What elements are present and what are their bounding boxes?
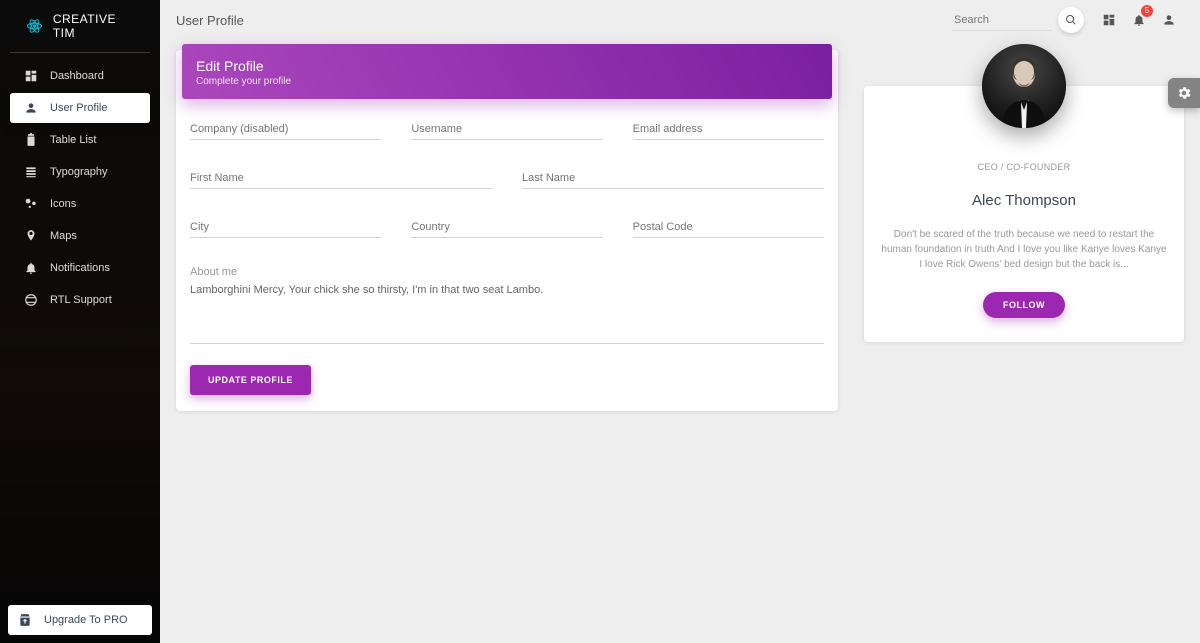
email-field[interactable] <box>633 119 824 140</box>
bubble-icon <box>22 197 40 211</box>
sidebar-item-label: Typography <box>50 166 107 178</box>
sidebar-nav: Dashboard User Profile Table List Typogr… <box>0 53 160 597</box>
globe-icon <box>22 293 40 307</box>
edit-profile-title: Edit Profile <box>196 58 818 74</box>
clipboard-icon <box>22 133 40 147</box>
content: Edit Profile Complete your profile <box>160 40 1200 643</box>
topbar-icons: 5 <box>1094 9 1184 31</box>
topbar-account-button[interactable] <box>1158 9 1180 31</box>
postal-code-field[interactable] <box>633 217 824 238</box>
topbar-dashboard-button[interactable] <box>1098 9 1120 31</box>
brand-name: CREATIVE TIM <box>53 12 136 40</box>
sidebar-item-notifications[interactable]: Notifications <box>10 253 150 283</box>
profile-name: Alec Thompson <box>880 192 1168 209</box>
search-input[interactable] <box>952 10 1052 31</box>
city-field[interactable] <box>190 217 381 238</box>
edit-profile-subtitle: Complete your profile <box>196 76 818 87</box>
sidebar-item-label: RTL Support <box>50 294 112 306</box>
profile-role: CEO / CO-FOUNDER <box>880 162 1168 172</box>
unarchive-icon <box>18 613 36 627</box>
profile-bio: Don't be scared of the truth because we … <box>880 227 1168 272</box>
first-name-field[interactable] <box>190 168 492 189</box>
sidebar-item-icons[interactable]: Icons <box>10 189 150 219</box>
sidebar-item-maps[interactable]: Maps <box>10 221 150 251</box>
search-icon <box>1065 14 1077 26</box>
sidebar-item-label: User Profile <box>50 102 107 114</box>
sidebar-item-label: Notifications <box>50 262 110 274</box>
page-title: User Profile <box>176 13 244 28</box>
bell-icon <box>22 261 40 275</box>
library-icon <box>22 165 40 179</box>
sidebar: CREATIVE TIM Dashboard User Profile Tabl… <box>0 0 160 643</box>
edit-profile-header: Edit Profile Complete your profile <box>182 44 832 99</box>
main: User Profile 5 Edit Profile <box>160 0 1200 643</box>
search-button[interactable] <box>1058 7 1084 33</box>
about-me-field[interactable] <box>190 280 824 344</box>
edit-profile-card: Edit Profile Complete your profile <box>176 50 838 411</box>
topbar-notifications-button[interactable]: 5 <box>1128 9 1150 31</box>
sidebar-item-label: Table List <box>50 134 96 146</box>
sidebar-item-dashboard[interactable]: Dashboard <box>10 61 150 91</box>
sidebar-item-typography[interactable]: Typography <box>10 157 150 187</box>
upgrade-button[interactable]: Upgrade To PRO <box>8 605 152 635</box>
about-me-label: About me <box>190 266 824 278</box>
follow-button[interactable]: FOLLOW <box>983 292 1065 318</box>
avatar-image <box>982 44 1066 128</box>
sidebar-item-rtl[interactable]: RTL Support <box>10 285 150 315</box>
settings-toggle[interactable] <box>1168 78 1200 108</box>
brand-logo-icon <box>26 17 43 35</box>
pin-icon <box>22 229 40 243</box>
profile-card: CEO / CO-FOUNDER Alec Thompson Don't be … <box>864 86 1184 342</box>
update-profile-button[interactable]: UPDATE PROFILE <box>190 365 311 395</box>
sidebar-item-label: Icons <box>50 198 76 210</box>
search <box>952 7 1084 33</box>
dashboard-icon <box>22 69 40 83</box>
topbar: User Profile 5 <box>160 0 1200 40</box>
upgrade-label: Upgrade To PRO <box>44 614 128 626</box>
avatar <box>982 44 1066 128</box>
dashboard-icon <box>1102 13 1116 27</box>
brand[interactable]: CREATIVE TIM <box>10 0 150 53</box>
person-icon <box>22 101 40 115</box>
last-name-field[interactable] <box>522 168 824 189</box>
username-field[interactable] <box>411 119 602 140</box>
person-icon <box>1162 13 1176 27</box>
gear-icon <box>1176 85 1192 101</box>
company-field <box>190 119 381 140</box>
sidebar-item-label: Maps <box>50 230 77 242</box>
sidebar-item-user-profile[interactable]: User Profile <box>10 93 150 123</box>
sidebar-item-table-list[interactable]: Table List <box>10 125 150 155</box>
sidebar-item-label: Dashboard <box>50 70 104 82</box>
country-field[interactable] <box>411 217 602 238</box>
notification-badge: 5 <box>1141 5 1153 17</box>
